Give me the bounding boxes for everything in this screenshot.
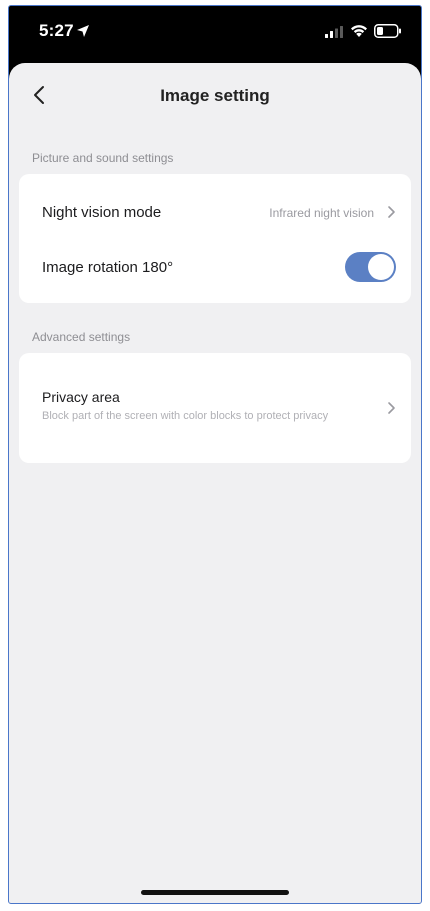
privacy-area-description: Block part of the screen with color bloc… xyxy=(42,410,329,422)
advanced-card: Privacy area Block part of the screen wi… xyxy=(19,353,411,463)
cellular-signal-icon xyxy=(325,26,343,38)
settings-screen: Image setting Picture and sound settings… xyxy=(9,63,421,903)
home-indicator xyxy=(141,890,289,895)
section-header-advanced: Advanced settings xyxy=(32,330,131,344)
battery-icon xyxy=(374,24,401,38)
status-bar: 5:27 xyxy=(9,6,421,66)
privacy-area-row[interactable]: Privacy area Block part of the screen wi… xyxy=(19,353,411,463)
picture-sound-card: Night vision mode Infrared night vision … xyxy=(19,174,411,303)
page-title: Image setting xyxy=(160,86,270,105)
image-rotation-toggle[interactable] xyxy=(345,252,396,282)
night-vision-value: Infrared night vision xyxy=(269,206,374,220)
toggle-knob xyxy=(368,254,394,280)
chevron-right-icon xyxy=(388,402,395,414)
section-header-picture-sound: Picture and sound settings xyxy=(32,151,174,165)
chevron-right-icon xyxy=(388,206,395,218)
image-rotation-label: Image rotation 180° xyxy=(42,259,174,276)
privacy-area-label: Privacy area xyxy=(42,389,120,405)
night-vision-label: Night vision mode xyxy=(42,204,162,221)
nav-bar: Image setting xyxy=(9,63,421,123)
wifi-icon xyxy=(351,25,367,37)
image-rotation-row: Image rotation 180° xyxy=(19,249,411,303)
phone-frame: 5:27 Image setting Picture and sound set… xyxy=(8,5,422,904)
location-arrow-icon xyxy=(77,25,89,37)
night-vision-row[interactable]: Night vision mode Infrared night vision xyxy=(19,174,411,249)
status-time: 5:27 xyxy=(39,21,74,40)
